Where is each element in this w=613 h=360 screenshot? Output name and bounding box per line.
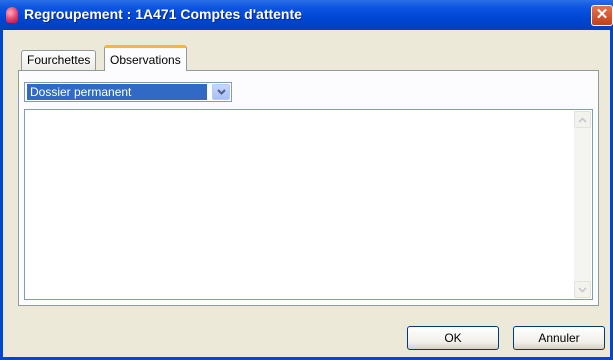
ok-button[interactable]: OK xyxy=(407,326,499,350)
vertical-scrollbar[interactable] xyxy=(574,111,591,298)
observations-textarea[interactable] xyxy=(24,109,593,300)
tab-fourchettes[interactable]: Fourchettes xyxy=(21,50,97,70)
chevron-down-icon xyxy=(216,89,226,95)
chevron-down-icon xyxy=(578,286,587,293)
dropdown-button[interactable] xyxy=(212,84,230,100)
title-bar[interactable]: Regroupement : 1A471 Comptes d'attente ✕ xyxy=(0,0,613,30)
category-select-value: Dossier permanent xyxy=(27,84,207,100)
scroll-down-button[interactable] xyxy=(574,281,591,298)
cancel-button[interactable]: Annuler xyxy=(513,326,605,350)
app-icon xyxy=(6,7,18,23)
window-title: Regroupement : 1A471 Comptes d'attente xyxy=(24,6,302,22)
chevron-up-icon xyxy=(578,116,587,123)
scroll-up-button[interactable] xyxy=(574,111,591,128)
tab-observations[interactable]: Observations xyxy=(104,45,187,71)
window-border-left xyxy=(0,30,3,360)
close-button[interactable]: ✕ xyxy=(591,5,613,26)
category-select[interactable]: Dossier permanent xyxy=(24,82,232,102)
